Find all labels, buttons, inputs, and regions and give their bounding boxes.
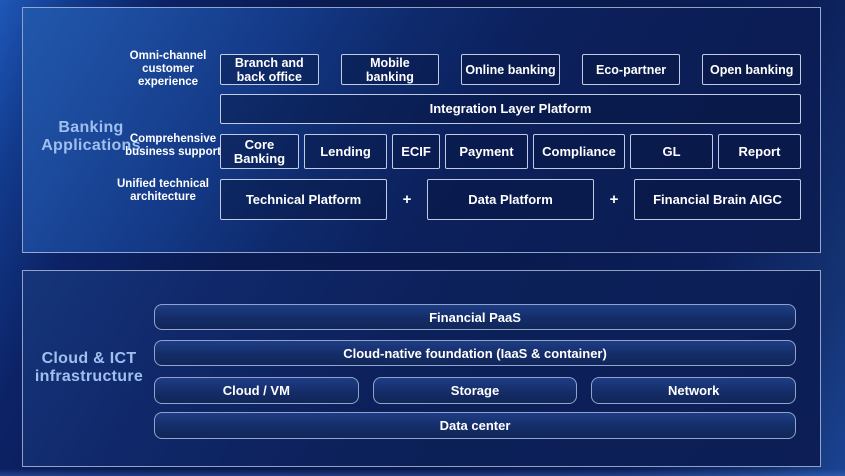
box-lending: Lending	[304, 134, 387, 169]
banking-applications-panel: Banking Applications Omni-channel custom…	[22, 7, 821, 253]
plus-separator: +	[387, 179, 427, 220]
box-eco-partner: Eco-partner	[582, 54, 681, 85]
plus-separator: +	[594, 179, 634, 220]
cloud-ict-title: Cloud & ICT infrastructure	[23, 350, 155, 385]
box-core-banking: Core Banking	[220, 134, 299, 169]
cloud-native-foundation-bar: Cloud-native foundation (IaaS & containe…	[154, 340, 796, 366]
business-systems-row: Core Banking Lending ECIF Payment Compli…	[220, 134, 801, 169]
architecture-diagram: Banking Applications Omni-channel custom…	[0, 0, 845, 476]
box-storage: Storage	[373, 377, 578, 404]
box-gl: GL	[630, 134, 713, 169]
platforms-row: Technical Platform + Data Platform + Fin…	[220, 179, 801, 220]
box-open-banking: Open banking	[702, 54, 801, 85]
financial-paas-bar: Financial PaaS	[154, 304, 796, 330]
channel-row: Branch and back office Mobile banking On…	[220, 54, 801, 85]
box-compliance: Compliance	[533, 134, 625, 169]
box-payment: Payment	[445, 134, 528, 169]
technical-architecture-label: Unified technical architecture	[103, 178, 223, 204]
box-financial-brain-aigc: Financial Brain AIGC	[634, 179, 801, 220]
box-online-banking: Online banking	[461, 54, 560, 85]
box-ecif: ECIF	[392, 134, 440, 169]
box-mobile-banking: Mobile banking	[341, 54, 440, 85]
box-report: Report	[718, 134, 801, 169]
box-cloud-vm: Cloud / VM	[154, 377, 359, 404]
omni-channel-label: Omni-channel customer experience	[108, 50, 228, 89]
integration-layer-platform-bar: Integration Layer Platform	[220, 94, 801, 124]
box-technical-platform: Technical Platform	[220, 179, 387, 220]
resources-row: Cloud / VM Storage Network	[154, 377, 796, 404]
box-network: Network	[591, 377, 796, 404]
cloud-ict-panel: Cloud & ICT infrastructure Financial Paa…	[22, 270, 821, 467]
data-center-bar: Data center	[154, 412, 796, 439]
box-data-platform: Data Platform	[427, 179, 594, 220]
box-branch-back-office: Branch and back office	[220, 54, 319, 85]
business-support-label: Comprehensive business support	[113, 133, 233, 159]
